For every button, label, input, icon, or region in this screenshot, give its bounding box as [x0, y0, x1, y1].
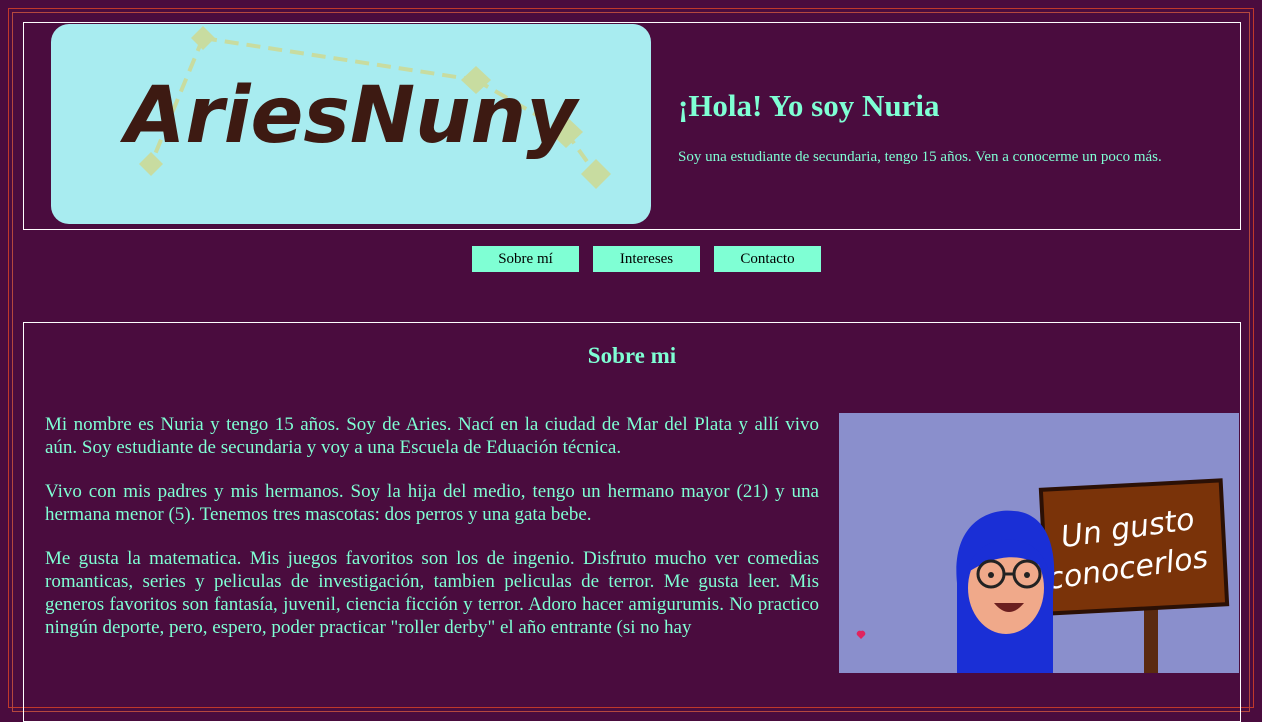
- nav-link-contacto[interactable]: Contacto: [714, 246, 821, 272]
- avatar-illustration: Un gusto conocerlos: [856, 478, 1230, 673]
- about-paragraph: Vivo con mis padres y mis hermanos. Soy …: [45, 481, 819, 525]
- about-text: Mi nombre es Nuria y tengo 15 años. Soy …: [45, 413, 819, 660]
- nav-link-intereses[interactable]: Intereses: [593, 246, 700, 272]
- about-title: Sobre mi: [587, 343, 677, 368]
- constellation-logo-graphic: AriesNuny: [119, 26, 611, 189]
- portrait-image: Un gusto conocerlos: [839, 413, 1239, 673]
- logo-text: AriesNuny: [119, 71, 580, 161]
- main-nav: Sobre mí Intereses Contacto: [472, 246, 821, 272]
- about-paragraph: Me gusta la matematica. Mis juegos favor…: [45, 548, 819, 638]
- intro-text: Soy una estudiante de secundaria, tengo …: [678, 149, 1162, 165]
- nav-link-sobre-mi[interactable]: Sobre mí: [472, 246, 579, 272]
- logo-banner: AriesNuny: [51, 24, 651, 224]
- greeting-heading: ¡Hola! Yo soy Nuria: [678, 88, 940, 123]
- about-paragraph: Mi nombre es Nuria y tengo 15 años. Soy …: [45, 414, 819, 458]
